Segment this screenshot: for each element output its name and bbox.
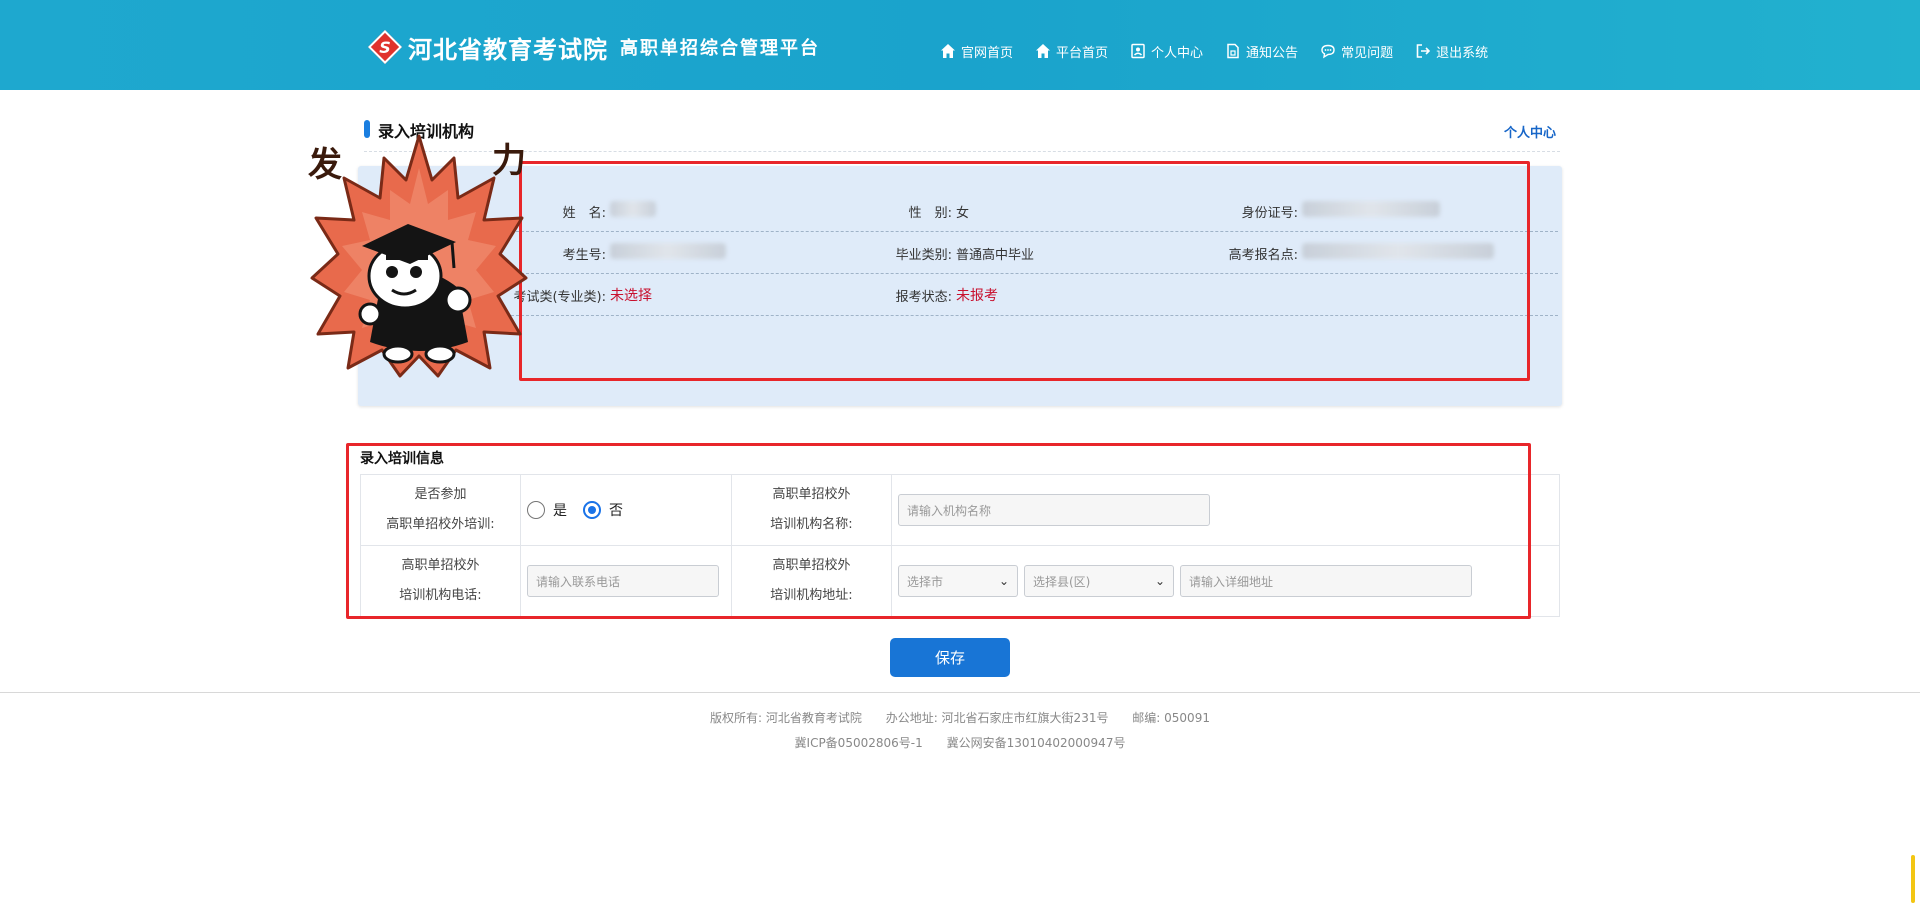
nav-logout[interactable]: 退出系统 xyxy=(1415,42,1488,61)
footer-copyright: 版权所有: 河北省教育考试院 xyxy=(710,711,862,725)
home-icon xyxy=(941,44,955,58)
platform-name: 高职单招综合管理平台 xyxy=(620,38,820,59)
footer-divider xyxy=(0,692,1920,693)
nav-faq[interactable]: 常见问题 xyxy=(1320,42,1393,61)
scroll-indicator[interactable] xyxy=(1911,855,1915,903)
logout-icon xyxy=(1416,44,1431,58)
org-name: 河北省教育考试院 xyxy=(408,34,608,64)
footer-icp[interactable]: 冀ICP备05002806号-1 xyxy=(795,736,923,750)
highlight-box-info xyxy=(519,161,1530,381)
mascot-text-left: 发 xyxy=(308,145,342,185)
nav-platform-home[interactable]: 平台首页 xyxy=(1035,42,1108,61)
nav-label: 退出系统 xyxy=(1436,45,1489,61)
footer-address: 办公地址: 河北省石家庄市红旗大街231号 xyxy=(885,711,1109,725)
user-card-icon xyxy=(1131,43,1145,59)
nav-personal-center[interactable]: 个人中心 xyxy=(1130,42,1203,61)
mascot-sticker: 发 力 xyxy=(308,134,528,378)
personal-center-link[interactable]: 个人中心 xyxy=(1504,122,1556,141)
brand[interactable]: S 河北省教育考试院 高职单招综合管理平台 xyxy=(368,28,820,66)
highlight-box-form xyxy=(346,443,1531,619)
nav-label: 官网首页 xyxy=(961,45,1014,61)
footer: 版权所有: 河北省教育考试院 办公地址: 河北省石家庄市红旗大街231号 邮编:… xyxy=(0,706,1920,756)
nav-notices[interactable]: 通知公告 xyxy=(1225,42,1298,61)
save-button[interactable]: 保存 xyxy=(890,638,1010,677)
footer-postcode: 邮编: 050091 xyxy=(1132,711,1210,725)
footer-police[interactable]: 冀公网安备13010402000947号 xyxy=(947,736,1126,750)
nav-label: 平台首页 xyxy=(1056,45,1109,61)
chat-icon xyxy=(1321,44,1335,59)
org-logo: S xyxy=(368,30,402,64)
nav-label: 常见问题 xyxy=(1341,45,1394,61)
nav-label: 个人中心 xyxy=(1151,45,1204,61)
nav-label: 通知公告 xyxy=(1246,45,1299,61)
nav-official-home[interactable]: 官网首页 xyxy=(940,42,1013,61)
top-nav: 官网首页 平台首页 个人中心 通知公告 常见问题 退出系统 xyxy=(940,40,1510,62)
mascot-text-right: 力 xyxy=(492,141,526,181)
top-header: S 河北省教育考试院 高职单招综合管理平台 官网首页 平台首页 个人中心 通知公… xyxy=(0,0,1920,90)
section-header: 录入培训机构 个人中心 xyxy=(364,118,1560,152)
document-icon xyxy=(1227,43,1239,59)
home-icon xyxy=(1036,44,1051,58)
